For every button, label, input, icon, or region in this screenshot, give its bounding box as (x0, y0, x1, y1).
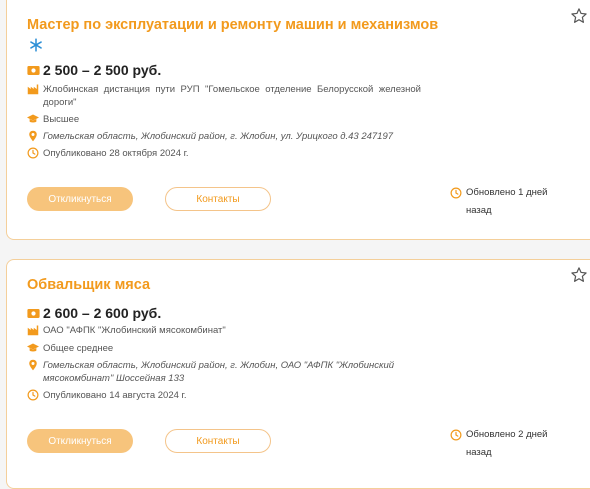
employer-name: ОАО "АФПК "Жлобинский мясокомбинат" (43, 325, 226, 336)
vacancy-card[interactable]: Мастер по эксплуатации и ремонту машин и… (6, 0, 590, 240)
employer-name: Жлобинская дистанция пути РУП "Гомельско… (43, 84, 421, 108)
contacts-button[interactable]: Контакты (165, 187, 271, 211)
apply-button[interactable]: Откликнуться (27, 429, 133, 453)
factory-icon (27, 84, 39, 95)
updated-status: Обновлено 1 дней назад (450, 184, 562, 220)
favorite-star-icon[interactable] (570, 266, 588, 284)
salary-text: 2 500 – 2 500 руб. (43, 62, 162, 78)
employer-row: Жлобинская дистанция пути РУП "Гомельско… (27, 83, 421, 109)
education-level: Общее среднее (43, 343, 114, 354)
published-date: Опубликовано 28 октября 2024 г. (43, 148, 189, 159)
salary: 2 600 – 2 600 руб. (27, 305, 161, 321)
vacancy-card[interactable]: Обвальщик мяса 2 600 – 2 600 руб. ОАО "А… (6, 259, 590, 489)
location-pin-icon (29, 359, 37, 371)
sparkle-icon (30, 38, 42, 52)
address-row: Гомельская область, Жлобинский район, г.… (27, 359, 403, 385)
education-row: Высшее (27, 113, 421, 126)
graduation-cap-icon (27, 343, 39, 352)
clock-icon (27, 389, 39, 401)
money-icon (27, 308, 40, 318)
money-icon (27, 65, 40, 75)
published-row: Опубликовано 14 августа 2024 г. (27, 389, 421, 402)
address: Гомельская область, Жлобинский район, г.… (43, 360, 395, 384)
updated-text: Обновлено 2 дней назад (466, 429, 548, 458)
address-row: Гомельская область, Жлобинский район, г.… (27, 130, 421, 143)
published-row: Опубликовано 28 октября 2024 г. (27, 147, 421, 160)
factory-icon (27, 325, 39, 336)
graduation-cap-icon (27, 114, 39, 123)
favorite-star-icon[interactable] (570, 7, 588, 25)
clock-icon (450, 187, 462, 199)
location-pin-icon (29, 130, 37, 142)
published-date: Опубликовано 14 августа 2024 г. (43, 390, 187, 401)
education-level: Высшее (43, 114, 80, 125)
salary: 2 500 – 2 500 руб. (27, 62, 161, 78)
employer-row: ОАО "АФПК "Жлобинский мясокомбинат" (27, 324, 421, 337)
vacancy-title[interactable]: Мастер по эксплуатации и ремонту машин и… (27, 17, 438, 33)
contacts-button[interactable]: Контакты (165, 429, 271, 453)
salary-text: 2 600 – 2 600 руб. (43, 305, 162, 321)
clock-icon (27, 147, 39, 159)
address: Гомельская область, Жлобинский район, г.… (43, 131, 394, 142)
updated-text: Обновлено 1 дней назад (466, 187, 548, 216)
apply-button[interactable]: Откликнуться (27, 187, 133, 211)
education-row: Общее среднее (27, 342, 421, 355)
vacancy-title[interactable]: Обвальщик мяса (27, 277, 150, 293)
updated-status: Обновлено 2 дней назад (450, 426, 562, 462)
clock-icon (450, 429, 462, 441)
